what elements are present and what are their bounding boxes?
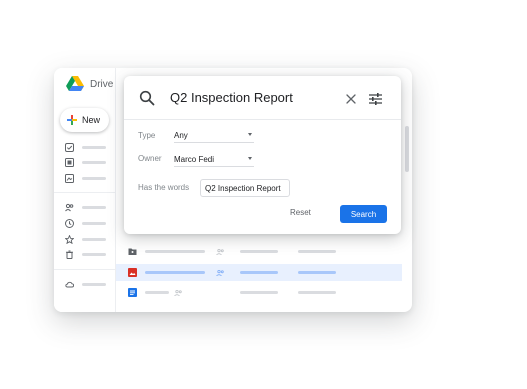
image-file-icon xyxy=(128,268,137,277)
sidebar-divider xyxy=(54,192,116,193)
sidebar-item-computers[interactable] xyxy=(65,173,106,183)
sidebar-item-my-drive[interactable] xyxy=(65,157,106,167)
sidebar-item-placeholder xyxy=(82,176,106,180)
people-icon xyxy=(216,269,224,276)
sidebar-item-starred[interactable] xyxy=(65,234,106,244)
people-icon xyxy=(174,289,182,296)
reset-button[interactable]: Reset xyxy=(290,208,311,217)
image-icon xyxy=(65,173,74,183)
sidebar-item-placeholder xyxy=(82,205,106,209)
doc-file-icon xyxy=(128,288,137,297)
tune-icon[interactable] xyxy=(369,93,382,105)
sidebar-item-placeholder xyxy=(82,221,106,225)
sidebar-item-placeholder xyxy=(82,145,106,149)
file-row-selected[interactable] xyxy=(116,264,402,281)
file-owner-placeholder xyxy=(240,250,278,253)
brand-name: Drive xyxy=(90,79,114,90)
new-button[interactable]: New xyxy=(60,108,109,132)
file-name-placeholder xyxy=(145,271,205,274)
people-icon xyxy=(65,203,74,211)
sidebar-item-placeholder xyxy=(82,252,106,256)
file-owner-placeholder xyxy=(240,271,278,274)
sidebar-item-placeholder xyxy=(82,282,106,286)
sidebar-item-storage[interactable] xyxy=(65,279,106,289)
file-owner-placeholder xyxy=(240,291,278,294)
file-name-placeholder xyxy=(145,291,169,294)
sidebar-item-recent[interactable] xyxy=(65,218,106,228)
has-words-label: Has the words xyxy=(138,183,190,192)
search-bar: Q2 Inspection Report xyxy=(124,76,401,120)
check-box-icon xyxy=(65,142,74,152)
sidebar-item-trash[interactable] xyxy=(65,249,106,259)
file-date-placeholder xyxy=(298,250,336,253)
sidebar-item-shared[interactable] xyxy=(65,202,106,212)
chevron-down-icon xyxy=(248,133,252,136)
search-button[interactable]: Search xyxy=(340,205,387,223)
folder-shared-icon xyxy=(128,248,137,255)
search-query[interactable]: Q2 Inspection Report xyxy=(170,90,293,105)
chevron-down-icon xyxy=(248,157,252,160)
sidebar: Drive New xyxy=(54,68,116,312)
file-row[interactable] xyxy=(116,284,402,301)
cloud-icon xyxy=(65,281,74,287)
search-icon[interactable] xyxy=(139,90,155,106)
people-icon xyxy=(216,248,224,255)
file-date-placeholder xyxy=(298,291,336,294)
sidebar-item-placeholder xyxy=(82,237,106,241)
has-words-input[interactable] xyxy=(200,179,290,197)
sidebar-item-priority[interactable] xyxy=(65,142,106,152)
advanced-search-panel: Q2 Inspection Report Type Any Owner Marc… xyxy=(124,76,401,234)
clock-icon xyxy=(65,218,74,228)
file-date-placeholder xyxy=(298,271,336,274)
star-icon xyxy=(65,234,74,244)
type-label: Type xyxy=(138,131,156,140)
scrollbar[interactable] xyxy=(405,126,409,172)
sidebar-item-placeholder xyxy=(82,160,106,164)
close-icon[interactable] xyxy=(346,94,356,104)
owner-label: Owner xyxy=(138,154,162,163)
owner-value: Marco Fedi xyxy=(174,155,215,164)
type-value: Any xyxy=(174,131,188,140)
drive-logo-icon xyxy=(66,76,84,91)
new-button-label: New xyxy=(82,115,101,125)
trash-icon xyxy=(66,250,73,259)
sidebar-divider xyxy=(54,269,116,270)
file-row[interactable] xyxy=(116,243,402,260)
plus-icon xyxy=(67,115,77,125)
document-icon xyxy=(65,157,74,167)
file-name-placeholder xyxy=(145,250,205,253)
